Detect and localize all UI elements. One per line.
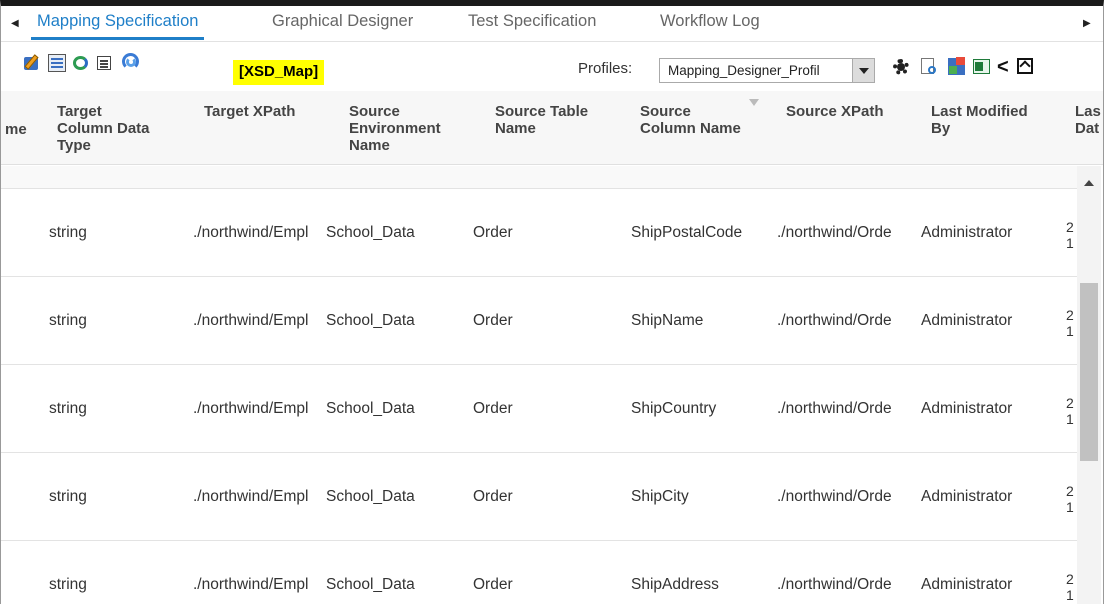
cell-last-modified-date: 2 1 bbox=[1066, 571, 1074, 603]
cell-target-xpath: ./northwind/Empl bbox=[193, 312, 309, 329]
cell-last-modified-date: 2 1 bbox=[1066, 219, 1074, 251]
cell-source-xpath: ./northwind/Orde bbox=[777, 576, 892, 593]
settings-gear-icon[interactable] bbox=[891, 57, 911, 77]
cell-last-modified-by: Administrator bbox=[921, 488, 1013, 505]
cell-source-column: ShipName bbox=[631, 312, 704, 329]
header-source-table-name[interactable]: Source Table Name bbox=[495, 103, 588, 137]
cell-last-modified-date: 2 1 bbox=[1066, 395, 1074, 427]
tab-scroll-right-icon[interactable]: ▶ bbox=[1083, 18, 1091, 29]
scrollbar-thumb[interactable] bbox=[1080, 283, 1098, 461]
cell-last-modified-by: Administrator bbox=[921, 224, 1013, 241]
cell-last-modified-by: Administrator bbox=[921, 400, 1013, 417]
cell-target-xpath: ./northwind/Empl bbox=[193, 576, 309, 593]
cell-source-environment: School_Data bbox=[326, 576, 415, 593]
cell-source-xpath: ./northwind/Orde bbox=[777, 488, 892, 505]
cell-source-column: ShipCity bbox=[631, 488, 689, 505]
cell-source-xpath: ./northwind/Orde bbox=[777, 224, 892, 241]
cell-source-xpath: ./northwind/Orde bbox=[777, 400, 892, 417]
grid-header: me Target Column Data Type Target XPath … bbox=[1, 91, 1103, 165]
cell-source-xpath: ./northwind/Orde bbox=[777, 312, 892, 329]
tab-scroll-left-icon[interactable]: ◀ bbox=[11, 18, 19, 29]
cell-target-xpath: ./northwind/Empl bbox=[193, 488, 309, 505]
cell-source-column: ShipAddress bbox=[631, 576, 719, 593]
tab-workflow-log[interactable]: Workflow Log bbox=[660, 12, 760, 40]
table-row[interactable]: string ./northwind/Empl School_Data Orde… bbox=[1, 452, 1077, 540]
sync-icon[interactable] bbox=[72, 54, 90, 72]
refresh-icon[interactable] bbox=[121, 52, 141, 72]
cell-target-data-type: string bbox=[49, 576, 87, 593]
profiles-label: Profiles: bbox=[578, 60, 633, 77]
cell-source-environment: School_Data bbox=[326, 224, 415, 241]
cell-last-modified-by: Administrator bbox=[921, 576, 1013, 593]
cell-target-data-type: string bbox=[49, 488, 87, 505]
cell-source-table: Order bbox=[473, 400, 513, 417]
header-target-column-data-type[interactable]: Target Column Data Type bbox=[57, 103, 150, 154]
cell-target-data-type: string bbox=[49, 312, 87, 329]
grid-body: string ./northwind/Empl School_Data Orde… bbox=[1, 166, 1103, 604]
header-target-xpath[interactable]: Target XPath bbox=[204, 103, 295, 120]
cell-target-data-type: string bbox=[49, 400, 87, 417]
tab-bar: ◀ Mapping Specification Graphical Design… bbox=[1, 6, 1103, 42]
cell-target-xpath: ./northwind/Empl bbox=[193, 224, 309, 241]
header-last-modified-date-partial[interactable]: Las Dat bbox=[1075, 103, 1101, 137]
sort-indicator-icon[interactable] bbox=[749, 99, 759, 106]
header-source-column-name[interactable]: Source Column Name bbox=[640, 103, 741, 137]
header-source-environment-name[interactable]: Source Environment Name bbox=[349, 103, 441, 154]
tab-mapping-specification[interactable]: Mapping Specification bbox=[31, 12, 205, 40]
table-row[interactable]: string ./northwind/Empl School_Data Orde… bbox=[1, 540, 1077, 604]
profiles-selected-value: Mapping_Designer_Profil bbox=[668, 63, 820, 78]
table-row[interactable]: string ./northwind/Empl School_Data Orde… bbox=[1, 188, 1077, 276]
share-icon[interactable]: < bbox=[997, 57, 1017, 77]
cell-source-table: Order bbox=[473, 312, 513, 329]
scroll-up-icon[interactable] bbox=[1084, 180, 1094, 186]
list-icon[interactable] bbox=[97, 56, 111, 70]
profiles-dropdown[interactable]: Mapping_Designer_Profil bbox=[659, 58, 875, 83]
cell-source-table: Order bbox=[473, 576, 513, 593]
expand-icon[interactable] bbox=[1017, 58, 1033, 74]
cell-source-column: ShipCountry bbox=[631, 400, 717, 417]
cell-target-xpath: ./northwind/Empl bbox=[193, 400, 309, 417]
cell-last-modified-by: Administrator bbox=[921, 312, 1013, 329]
cell-source-environment: School_Data bbox=[326, 400, 415, 417]
header-name-partial[interactable]: me bbox=[5, 121, 27, 138]
etl-icon[interactable] bbox=[947, 57, 967, 77]
excel-export-icon[interactable] bbox=[972, 57, 992, 77]
tab-graphical-designer[interactable]: Graphical Designer bbox=[272, 12, 413, 40]
cell-source-table: Order bbox=[473, 488, 513, 505]
preview-icon[interactable] bbox=[919, 57, 939, 77]
table-row[interactable]: string ./northwind/Empl School_Data Orde… bbox=[1, 276, 1077, 364]
map-name-label: [XSD_Map] bbox=[233, 60, 325, 85]
cell-last-modified-date: 2 1 bbox=[1066, 483, 1074, 515]
grid-spacer bbox=[1, 166, 1077, 188]
edit-icon[interactable] bbox=[23, 54, 41, 72]
tab-test-specification[interactable]: Test Specification bbox=[468, 12, 596, 40]
cell-source-column: ShipPostalCode bbox=[631, 224, 743, 241]
vertical-scrollbar[interactable] bbox=[1077, 166, 1101, 604]
cell-source-table: Order bbox=[473, 224, 513, 241]
toolbar: [XSD_Map] Profiles: Mapping_Designer_Pro… bbox=[1, 42, 1103, 90]
cell-source-environment: School_Data bbox=[326, 488, 415, 505]
grid-icon[interactable] bbox=[48, 54, 66, 72]
header-source-xpath[interactable]: Source XPath bbox=[786, 103, 884, 120]
cell-target-data-type: string bbox=[49, 224, 87, 241]
cell-last-modified-date: 2 1 bbox=[1066, 307, 1074, 339]
cell-source-environment: School_Data bbox=[326, 312, 415, 329]
chevron-down-icon[interactable] bbox=[852, 59, 874, 82]
mapping-specification-window: ◀ Mapping Specification Graphical Design… bbox=[0, 0, 1104, 604]
table-row[interactable]: string ./northwind/Empl School_Data Orde… bbox=[1, 364, 1077, 452]
header-last-modified-by[interactable]: Last Modified By bbox=[931, 103, 1028, 137]
